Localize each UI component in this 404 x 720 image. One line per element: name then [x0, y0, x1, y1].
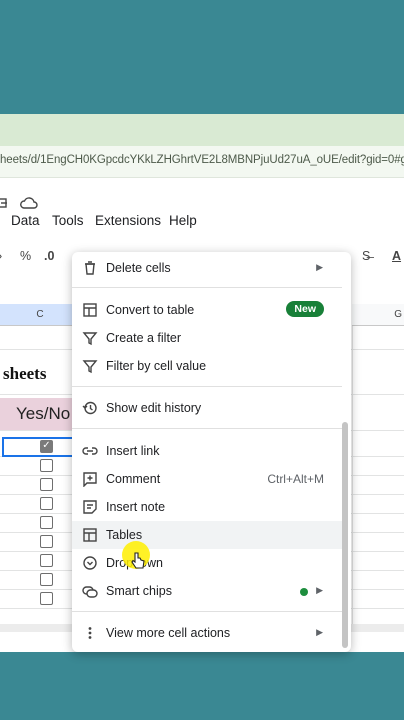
submenu-arrow-icon: ▶	[316, 627, 323, 637]
checkbox[interactable]	[40, 535, 53, 548]
menu-item-tables[interactable]: Tables	[72, 521, 342, 549]
menu-item-create-filter[interactable]: Create a filter	[72, 324, 342, 352]
cell-context-menu: Delete cells ▶ Convert to table New Crea…	[72, 252, 351, 652]
hand-cursor-icon	[131, 552, 145, 569]
strikethrough-button[interactable]: S̶	[362, 249, 370, 263]
table-icon	[83, 528, 97, 542]
checkbox[interactable]	[40, 459, 53, 472]
menu-item-view-more-cell-actions[interactable]: View more cell actions ▶	[72, 619, 342, 647]
smart-chips-icon	[82, 586, 98, 598]
menu-item-label: Create a filter	[106, 331, 182, 345]
menu-help[interactable]: Help	[169, 213, 197, 228]
menu-item-label: View more cell actions	[106, 626, 231, 640]
more-toolbar-icon[interactable]: ›	[0, 249, 2, 263]
new-badge: New	[286, 301, 324, 317]
checkbox[interactable]	[40, 497, 53, 510]
menu-item-comment[interactable]: Comment Ctrl+Alt+M	[72, 465, 342, 493]
submenu-arrow-icon: ▶	[316, 262, 323, 272]
menu-item-label: Show edit history	[106, 401, 202, 415]
menu-divider	[72, 428, 342, 429]
delete-cells-icon	[85, 261, 95, 275]
menu-item-label: Insert note	[106, 500, 166, 514]
menu-item-label: Tables	[106, 528, 143, 542]
submenu-arrow-icon: ▶	[316, 585, 323, 595]
checkbox[interactable]	[40, 554, 53, 567]
text-color-button[interactable]: A	[392, 249, 401, 263]
link-icon	[82, 447, 98, 455]
table-icon	[83, 303, 97, 317]
menu-bar: Data Tools Extensions Help	[0, 210, 404, 234]
percent-format-button[interactable]: %	[20, 249, 31, 263]
checkbox[interactable]	[40, 478, 53, 491]
filter-icon	[82, 360, 98, 374]
browser-bar	[0, 114, 404, 146]
status-dot-icon	[300, 588, 308, 596]
menu-data[interactable]: Data	[11, 213, 40, 228]
menu-item-smart-chips[interactable]: Smart chips ▶	[72, 577, 342, 605]
menu-item-insert-link[interactable]: Insert link	[72, 437, 342, 465]
cloud-icon[interactable]	[20, 196, 38, 210]
selected-cell[interactable]	[2, 437, 78, 457]
note-icon	[83, 500, 97, 514]
menu-item-label: Smart chips	[106, 584, 172, 598]
comment-icon	[83, 472, 97, 487]
address-bar[interactable]: heets/d/1EngCH0KGpcdcYKkLZHGhrtVE2L8MBNP…	[0, 146, 404, 178]
menu-item-convert-to-table[interactable]: Convert to table New	[72, 296, 342, 324]
menu-divider	[72, 611, 342, 612]
more-vert-icon	[88, 627, 92, 639]
filter-icon	[82, 332, 98, 346]
menu-item-dropdown[interactable]: Dropdown	[72, 549, 342, 577]
move-icon[interactable]	[0, 196, 10, 210]
column-header-c[interactable]: C	[0, 304, 80, 326]
menu-divider	[72, 386, 342, 387]
menu-item-label: Insert link	[106, 444, 160, 458]
menu-item-delete-cells[interactable]: Delete cells ▶	[72, 254, 342, 282]
column-divider	[352, 326, 353, 626]
column-header-g[interactable]: G	[352, 304, 404, 326]
menu-item-label: Delete cells	[106, 261, 171, 275]
decrease-decimal-button[interactable]: .0	[44, 249, 54, 263]
dropdown-icon	[83, 556, 97, 570]
menu-item-label: Comment	[106, 472, 161, 486]
menu-item-show-edit-history[interactable]: Show edit history	[72, 394, 342, 422]
checkbox[interactable]	[40, 516, 53, 529]
menu-item-filter-by-cell-value[interactable]: Filter by cell value	[72, 352, 342, 380]
url-text[interactable]: heets/d/1EngCH0KGpcdcYKkLZHGhrtVE2L8MBNP…	[0, 154, 404, 166]
menu-divider	[72, 287, 342, 288]
header-cell[interactable]: Yes/No	[0, 398, 80, 430]
history-icon	[82, 401, 97, 415]
menu-tools[interactable]: Tools	[52, 213, 84, 228]
menu-extensions[interactable]: Extensions	[95, 213, 161, 228]
menu-item-insert-note[interactable]: Insert note	[72, 493, 342, 521]
shortcut-text: Ctrl+Alt+M	[267, 472, 324, 486]
checkbox[interactable]	[40, 573, 53, 586]
header-cell-text: Yes/No	[16, 404, 71, 423]
sheet-title-text: sheets	[3, 364, 47, 383]
checkbox[interactable]	[40, 592, 53, 605]
menu-item-label: Filter by cell value	[106, 359, 207, 373]
menu-scrollbar[interactable]	[342, 422, 348, 648]
menu-item-label: Convert to table	[106, 303, 195, 317]
